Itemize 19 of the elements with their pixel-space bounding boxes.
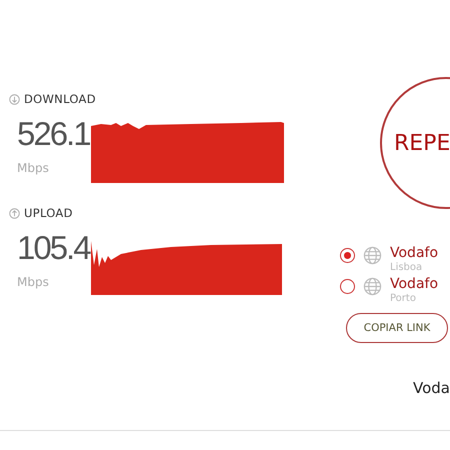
server-city: Lisboa [390, 262, 424, 274]
server-name: Vodafo [390, 245, 438, 262]
server-radio[interactable] [340, 279, 355, 294]
up-arrow-icon [9, 208, 20, 218]
unit-label: Mbps [17, 161, 50, 175]
server-city: Porto [390, 293, 417, 305]
unit-label: Mbps [17, 275, 50, 289]
speed-value: 105.4 [17, 228, 90, 268]
result-label: DOWNLOAD [24, 92, 96, 106]
repeat-button[interactable]: REPE [380, 77, 450, 209]
speed-value: 526.1 [17, 114, 90, 154]
server-radio[interactable] [340, 248, 355, 263]
server-name: Vodafo [390, 276, 438, 293]
copy-link-button[interactable]: COPIAR LINK [346, 313, 448, 343]
globe-icon [363, 277, 382, 296]
globe-icon [363, 246, 382, 265]
provider-name: Voda [413, 379, 450, 397]
down-arrow-icon [9, 94, 20, 104]
result-label: UPLOAD [24, 206, 73, 220]
